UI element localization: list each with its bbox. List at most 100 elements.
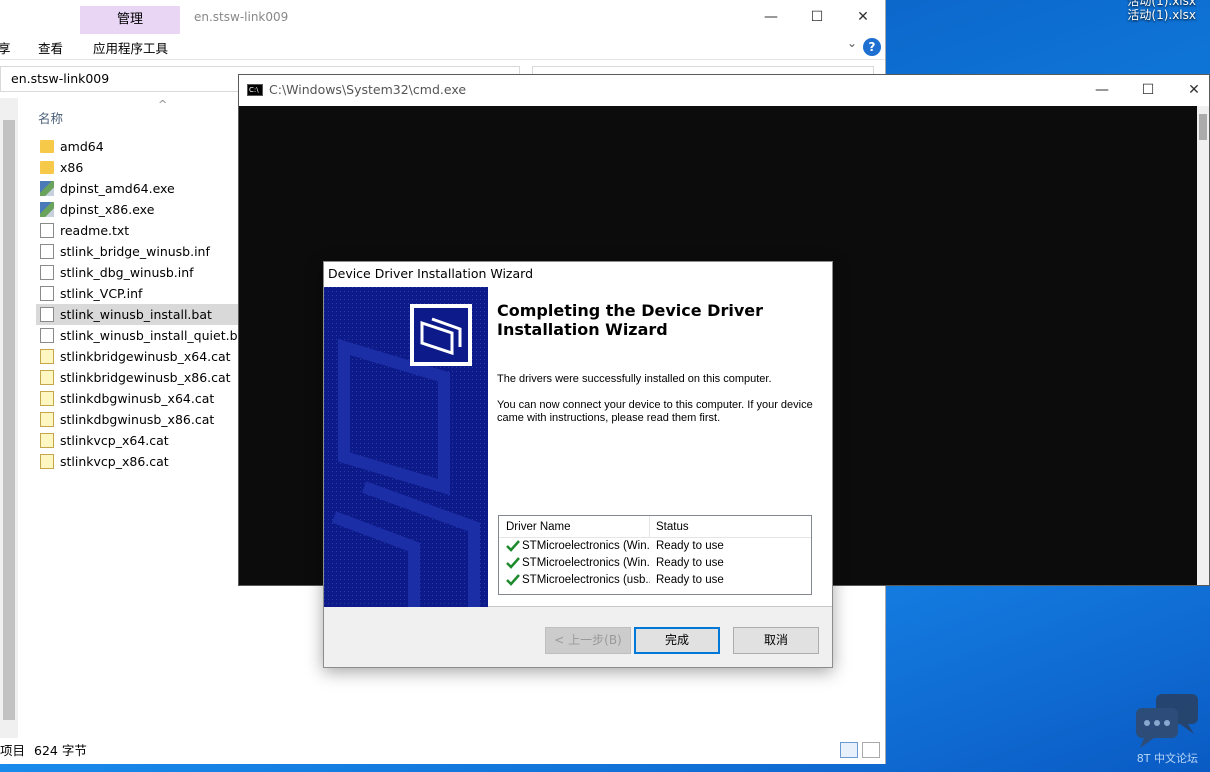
explorer-titlebar: 管理 en.stsw-link009 — ☐ ✕	[0, 0, 885, 34]
list-item[interactable]: amd64	[36, 136, 240, 157]
file-name: stlinkbridgewinusb_x86.cat	[60, 370, 231, 385]
list-item[interactable]: dpinst_x86.exe	[36, 199, 240, 220]
cmd-scrollbar[interactable]	[1197, 106, 1209, 585]
cancel-button[interactable]: 取消	[733, 627, 819, 654]
close-button[interactable]: ✕	[840, 4, 886, 30]
list-item[interactable]: stlinkvcp_x64.cat	[36, 430, 240, 451]
wizard-success-text: The drivers were successfully installed …	[497, 373, 772, 385]
list-item[interactable]: dpinst_amd64.exe	[36, 178, 240, 199]
ribbon-context-tab-manage[interactable]: 管理	[80, 6, 180, 34]
driver-status: Ready to use	[656, 557, 724, 569]
file-list: amd64 x86 dpinst_amd64.exe dpinst_x86.ex…	[36, 136, 250, 472]
batch-file-icon	[40, 307, 54, 322]
explorer-title: en.stsw-link009	[194, 10, 289, 24]
minimize-button[interactable]: —	[748, 4, 794, 30]
chevron-down-icon[interactable]: ⌄	[847, 36, 857, 50]
scrollbar-thumb[interactable]	[3, 120, 15, 720]
list-item[interactable]: stlinkbridgewinusb_x64.cat	[36, 346, 240, 367]
sort-ascending-icon: ^	[158, 98, 168, 111]
list-item[interactable]: stlink_VCP.inf	[36, 283, 240, 304]
tab-app-tools[interactable]: 应用程序工具	[93, 38, 168, 57]
catalog-file-icon	[40, 349, 54, 364]
file-name: stlinkdbgwinusb_x64.cat	[60, 391, 215, 406]
file-name: stlink_VCP.inf	[60, 286, 143, 301]
driver-name: STMicroelectronics (usb...	[522, 574, 650, 586]
catalog-file-icon	[40, 370, 54, 385]
file-name: stlinkvcp_x86.cat	[60, 454, 169, 469]
inf-file-icon	[40, 265, 54, 280]
file-name: stlink_dbg_winusb.inf	[60, 265, 194, 280]
list-item[interactable]: stlink_bridge_winusb.inf	[36, 241, 240, 262]
file-name: stlink_winusb_install.bat	[60, 307, 212, 322]
maximize-button[interactable]: ☐	[794, 4, 840, 30]
installer-icon	[40, 202, 54, 217]
installer-icon	[40, 181, 54, 196]
driver-list: Driver Name Status STMicroelectronics (W…	[498, 515, 812, 595]
check-icon	[506, 574, 520, 586]
folder-icon	[40, 140, 54, 153]
list-item[interactable]: readme.txt	[36, 220, 240, 241]
catalog-file-icon	[40, 433, 54, 448]
column-header-name[interactable]: 名称	[38, 108, 63, 127]
list-item-selected[interactable]: stlink_winusb_install.bat	[36, 304, 240, 325]
file-name: stlink_winusb_install_quiet.bat	[60, 328, 251, 343]
catalog-file-icon	[40, 391, 54, 406]
text-file-icon	[40, 223, 54, 238]
wizard-banner-art	[324, 287, 488, 607]
driver-wizard-dialog: Device Driver Installation Wizard Comple…	[323, 261, 833, 668]
driver-name: STMicroelectronics (Win...	[522, 540, 650, 552]
desktop-file-label[interactable]: 活动(1).xlsx	[1127, 6, 1196, 23]
tab-share[interactable]: 享	[0, 38, 11, 57]
list-item[interactable]: stlinkdbgwinusb_x64.cat	[36, 388, 240, 409]
file-name: amd64	[60, 139, 104, 154]
wizard-banner	[324, 287, 488, 607]
column-separator	[649, 516, 650, 538]
cmd-title: C:\Windows\System32\cmd.exe	[269, 82, 467, 97]
list-item[interactable]: stlinkvcp_x86.cat	[36, 451, 240, 472]
table-row[interactable]: STMicroelectronics (Win... Ready to use	[499, 538, 811, 555]
driver-list-header: Driver Name Status	[499, 516, 811, 538]
catalog-file-icon	[40, 454, 54, 469]
file-name: stlinkbridgewinusb_x64.cat	[60, 349, 231, 364]
details-view-icon[interactable]	[840, 742, 858, 758]
finish-button[interactable]: 完成	[634, 627, 720, 654]
list-item[interactable]: stlink_winusb_install_quiet.bat	[36, 325, 250, 346]
cmd-minimize-button[interactable]: —	[1079, 77, 1125, 103]
list-item[interactable]: stlinkbridgewinusb_x86.cat	[36, 367, 240, 388]
file-name: x86	[60, 160, 84, 175]
folder-icon	[40, 161, 54, 174]
help-icon[interactable]: ?	[863, 38, 881, 56]
column-header-status[interactable]: Status	[656, 521, 689, 533]
driver-status: Ready to use	[656, 574, 724, 586]
back-button[interactable]: < 上一步(B)	[545, 627, 631, 654]
nav-pane-scrollbar[interactable]	[0, 98, 18, 738]
table-row[interactable]: STMicroelectronics (usb... Ready to use	[499, 572, 811, 589]
file-name: stlink_bridge_winusb.inf	[60, 244, 210, 259]
large-icons-view-icon[interactable]	[862, 742, 880, 758]
file-name: readme.txt	[60, 223, 130, 238]
wizard-title: Device Driver Installation Wizard	[324, 262, 832, 287]
inf-file-icon	[40, 244, 54, 259]
ribbon-tabs: 享 查看 应用程序工具 ⌄ ?	[0, 34, 885, 60]
table-row[interactable]: STMicroelectronics (Win... Ready to use	[499, 555, 811, 572]
check-icon	[506, 557, 520, 569]
scrollbar-thumb[interactable]	[1199, 114, 1207, 140]
cmd-close-button[interactable]: ✕	[1171, 77, 1210, 103]
tab-view[interactable]: 查看	[38, 38, 63, 57]
file-name: stlinkdbgwinusb_x86.cat	[60, 412, 215, 427]
list-item[interactable]: x86	[36, 157, 240, 178]
cmd-titlebar: C:\ C:\Windows\System32\cmd.exe — ☐ ✕	[239, 75, 1209, 106]
column-header-driver-name[interactable]: Driver Name	[506, 521, 571, 533]
status-item-count: 项目	[0, 743, 26, 758]
driver-status: Ready to use	[656, 540, 724, 552]
wizard-instructions-text: You can now connect your device to this …	[497, 399, 813, 424]
driver-name: STMicroelectronics (Win...	[522, 557, 650, 569]
chat-bubble-icon	[1136, 694, 1198, 748]
list-item[interactable]: stlinkdbgwinusb_x86.cat	[36, 409, 240, 430]
cmd-maximize-button[interactable]: ☐	[1125, 77, 1171, 103]
cmd-icon: C:\	[247, 84, 263, 96]
wizard-heading: Completing the Device Driver Installatio…	[497, 301, 763, 339]
status-bar: 项目 624 字节	[0, 740, 886, 762]
file-name: dpinst_x86.exe	[60, 202, 155, 217]
list-item[interactable]: stlink_dbg_winusb.inf	[36, 262, 240, 283]
